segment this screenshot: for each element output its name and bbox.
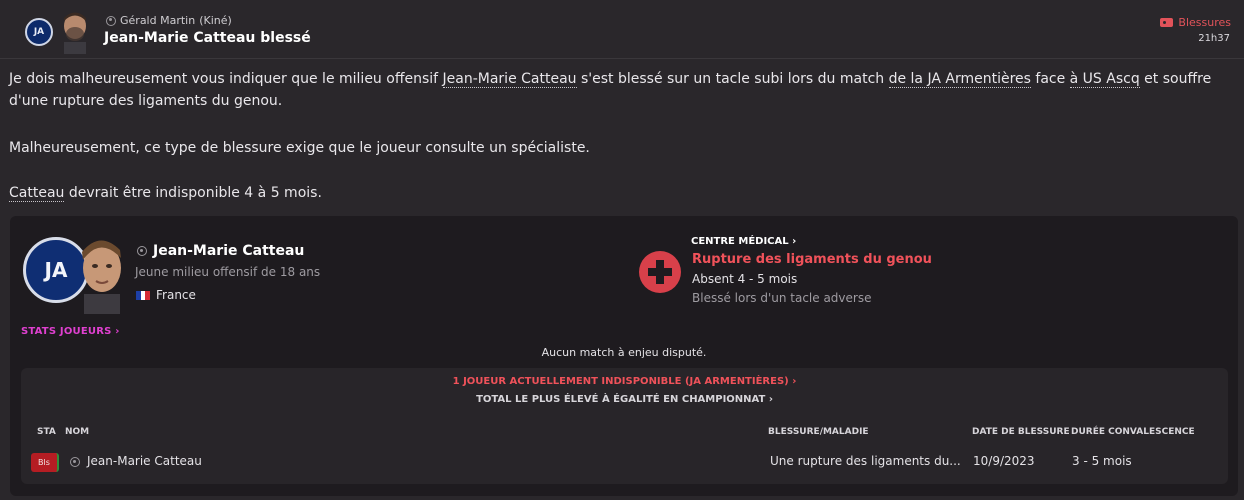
chevron-right-icon: › xyxy=(792,376,797,387)
chevron-right-icon: › xyxy=(792,236,797,247)
player-portrait[interactable] xyxy=(70,236,130,314)
message-paragraph-3: Catteau devrait être indisponible 4 à 5 … xyxy=(9,182,1234,204)
text-segment: s'est blessé sur un tacle subi lors du m… xyxy=(576,71,889,87)
club-badge-text: JA xyxy=(33,27,45,37)
message-time: 21h37 xyxy=(1198,33,1230,44)
total-subline: TOTAL LE PLUS ÉLEVÉ À ÉGALITÉ EN CHAMPIO… xyxy=(476,394,766,405)
tag-icon xyxy=(1160,18,1174,27)
sender-role: (Kiné) xyxy=(199,14,232,27)
row-date: 10/9/2023 xyxy=(973,454,1035,468)
table-row[interactable]: Bls Jean-Marie Catteau Une rupture des l… xyxy=(21,450,1228,474)
sender-line: Gérald Martin (Kiné) xyxy=(106,14,232,27)
message-paragraph-2: Malheureusement, ce type de blessure exi… xyxy=(9,140,590,156)
header-divider xyxy=(0,58,1244,59)
category-tag-label: Blessures xyxy=(1178,16,1231,29)
column-header-sta[interactable]: STA xyxy=(37,427,56,437)
unavailable-headline: 1 JOUEUR ACTUELLEMENT INDISPONIBLE (JA A… xyxy=(452,376,789,387)
person-icon xyxy=(137,246,147,256)
text-segment: devrait être indisponible 4 à 5 mois. xyxy=(64,185,322,201)
player-short-link[interactable]: Catteau xyxy=(9,185,65,202)
medical-cross-icon xyxy=(639,251,681,293)
player-name-text: Jean-Marie Catteau xyxy=(153,243,305,259)
column-header-nom[interactable]: NOM xyxy=(65,427,89,437)
no-match-text: Aucun match à enjeu disputé. xyxy=(541,346,707,359)
row-player-name[interactable]: Jean-Marie Catteau xyxy=(87,454,202,468)
message-paragraph-1: Je dois malheureusement vous indiquer qu… xyxy=(9,68,1234,112)
person-icon xyxy=(106,15,116,26)
row-injury: Une rupture des ligaments du... xyxy=(770,454,961,468)
france-flag-icon xyxy=(136,290,151,300)
player-name[interactable]: Jean-Marie Catteau xyxy=(137,243,304,259)
injury-cause: Blessé lors d'un tacle adverse xyxy=(692,291,872,305)
column-header-duree[interactable]: DURÉE CONVALESCENCE xyxy=(1071,427,1195,437)
text-segment: face xyxy=(1030,71,1070,87)
player-stats-link[interactable]: STATS JOUEURS › xyxy=(21,326,120,337)
club-badge-large-text: JA xyxy=(44,258,68,282)
stats-link-label: STATS JOUEURS xyxy=(21,326,112,337)
club-badge-icon[interactable]: JA xyxy=(25,18,53,46)
person-icon xyxy=(70,457,80,467)
row-duration: 3 - 5 mois xyxy=(1072,454,1132,468)
column-header-blessure[interactable]: BLESSURE/MALADIE xyxy=(768,427,869,437)
injury-title: Rupture des ligaments du genou xyxy=(692,252,932,267)
category-tag[interactable]: Blessures xyxy=(1160,16,1231,29)
club-link[interactable]: de la JA Armentières xyxy=(888,71,1031,88)
absence-duration: Absent 4 - 5 mois xyxy=(692,272,798,286)
injury-card: JA Jean-Marie Catteau Jeune milieu offen… xyxy=(10,216,1238,496)
chevron-right-icon: › xyxy=(768,394,773,405)
message-subject: Jean-Marie Catteau blessé xyxy=(104,30,311,46)
player-link[interactable]: Jean-Marie Catteau xyxy=(442,71,577,88)
unavailable-players-panel: 1 JOUEUR ACTUELLEMENT INDISPONIBLE (JA A… xyxy=(21,368,1228,484)
player-description: Jeune milieu offensif de 18 ans xyxy=(135,265,321,279)
medical-centre-link[interactable]: CENTRE MÉDICAL › xyxy=(691,236,796,247)
column-header-date[interactable]: DATE DE BLESSURE xyxy=(972,427,1070,437)
sender-name[interactable]: Gérald Martin xyxy=(120,14,195,27)
status-badge: Bls xyxy=(31,453,59,472)
opponent-link[interactable]: à US Ascq xyxy=(1069,71,1140,88)
chevron-right-icon: › xyxy=(115,326,120,337)
sender-avatar[interactable] xyxy=(58,10,92,54)
total-link[interactable]: TOTAL LE PLUS ÉLEVÉ À ÉGALITÉ EN CHAMPIO… xyxy=(21,394,1228,405)
nationality-text: France xyxy=(156,288,196,302)
unavailable-headline-link[interactable]: 1 JOUEUR ACTUELLEMENT INDISPONIBLE (JA A… xyxy=(21,376,1228,387)
player-nationality[interactable]: France xyxy=(136,288,196,302)
medical-centre-label: CENTRE MÉDICAL xyxy=(691,236,789,247)
text-segment: Je dois malheureusement vous indiquer qu… xyxy=(9,71,443,87)
message-header: JA Gérald Martin (Kiné) Jean-Marie Catte… xyxy=(0,0,1244,58)
